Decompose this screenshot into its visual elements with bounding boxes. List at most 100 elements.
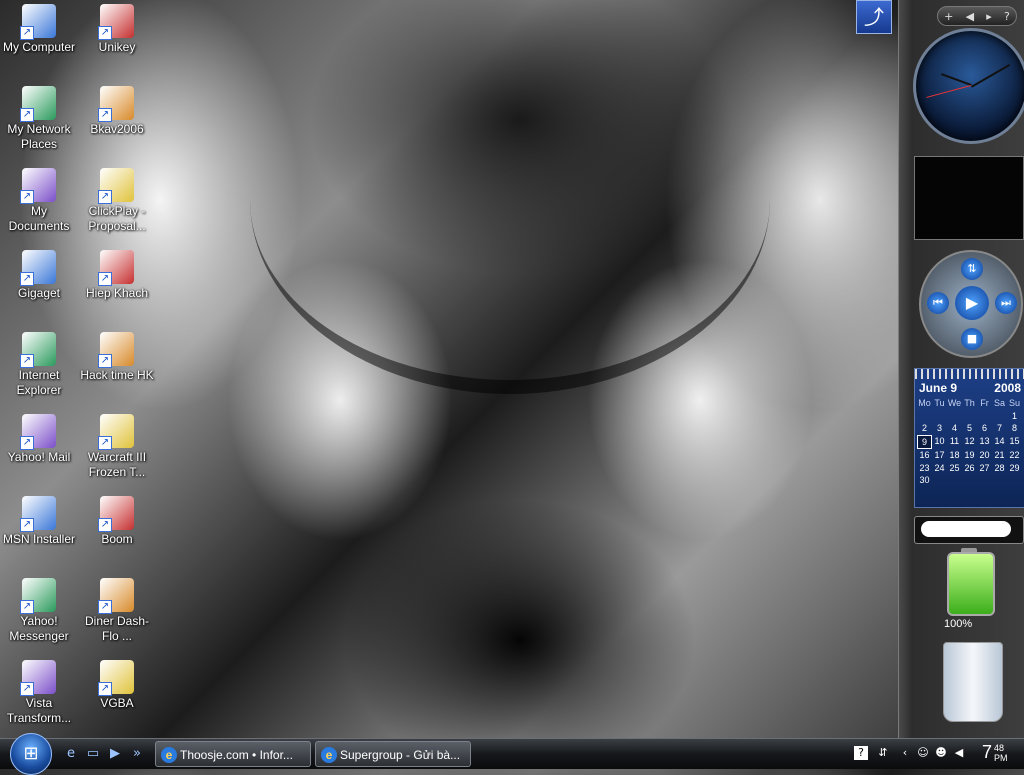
task-label: Supergroup - Gửi bà... <box>340 748 461 762</box>
sidebar: + ◀ ▸ ? ⇅ ⏮ ▶ ⏭ ■ June 9 2008 Mo Tu We Th Fr… <box>898 0 1024 738</box>
media-player-icon[interactable]: ▶ <box>106 745 124 763</box>
show-desktop-icon[interactable]: ▭ <box>84 745 102 763</box>
sidebar-toggle-icon[interactable]: ⤴ <box>856 0 892 34</box>
calendar-day[interactable]: 26 <box>962 462 977 475</box>
task-label: Thoosje.com • Infor... <box>180 748 293 762</box>
desktop-icon[interactable]: ↗ Hack time HK <box>78 332 156 383</box>
shortcut-arrow-icon: ↗ <box>20 190 34 204</box>
calendar-gadget[interactable]: June 9 2008 Mo Tu We Th Fr Sa Su 1 2 3 4 5 6 7 8 9 10 11 1… <box>914 368 1024 508</box>
wallpaper-swirl <box>250 200 770 394</box>
desktop-icon[interactable]: ↗ Internet Explorer <box>0 332 78 398</box>
speaker-tray-icon[interactable]: ◀ <box>952 746 966 760</box>
desktop-icon[interactable]: ↗ My Documents <box>0 168 78 234</box>
help-icon[interactable]: ? <box>1004 10 1010 23</box>
previous-icon[interactable]: ◀ <box>966 10 974 23</box>
taskbar-task-2[interactable]: e Supergroup - Gửi bà... <box>315 741 471 767</box>
calendar-day[interactable]: 25 <box>947 462 962 475</box>
calendar-day[interactable]: 28 <box>992 462 1007 475</box>
calendar-day[interactable]: 19 <box>962 449 977 462</box>
calendar-day[interactable]: 24 <box>932 462 947 475</box>
show-hidden-icons-icon[interactable]: ‹ <box>898 746 912 760</box>
desktop-icon[interactable]: ↗ Hiep Khach <box>78 250 156 301</box>
desktop-icon[interactable]: ↗ Warcraft III Frozen T... <box>78 414 156 480</box>
document-icon: ↗ <box>98 168 134 204</box>
next-icon[interactable]: ▸ <box>986 10 992 23</box>
shortcut-arrow-icon: ↗ <box>98 600 112 614</box>
calendar-day[interactable]: 6 <box>977 422 992 435</box>
desktop-icon[interactable]: ↗ VGBA <box>78 660 156 711</box>
calendar-day[interactable]: 12 <box>962 435 977 450</box>
calendar-day[interactable]: 16 <box>917 449 932 462</box>
yahoo-tray-icon[interactable]: ☺ <box>916 746 930 760</box>
calendar-day[interactable]: 2 <box>917 422 932 435</box>
quick-launch-ie-icon[interactable]: e <box>62 745 80 763</box>
calendar-day[interactable]: 3 <box>932 422 947 435</box>
calendar-day[interactable]: 1 <box>1007 410 1022 423</box>
calendar-day[interactable]: 10 <box>932 435 947 450</box>
calendar-year: 2008 <box>994 381 1021 395</box>
taskbar-clock[interactable]: 7 48 PM <box>982 742 1008 763</box>
desktop-icon[interactable]: ↗ Boom <box>78 496 156 547</box>
calendar-day[interactable]: 27 <box>977 462 992 475</box>
msn-icon: ↗ <box>20 496 56 532</box>
start-button[interactable]: ⊞ <box>10 733 52 775</box>
shuffle-icon[interactable]: ⇅ <box>961 258 983 280</box>
messenger-tray-icon[interactable]: ☻ <box>934 746 948 760</box>
diner-dash-icon: ↗ <box>98 578 134 614</box>
desktop-icon[interactable]: ↗ MSN Installer <box>0 496 78 547</box>
desktop-icon[interactable]: ↗ Yahoo! Mail <box>0 414 78 465</box>
desktop-icon-label: My Network Places <box>7 122 71 151</box>
calendar-day[interactable]: 14 <box>992 435 1007 450</box>
desktop-icon[interactable]: ↗ Yahoo! Messenger <box>0 578 78 644</box>
calendar-rings <box>915 369 1024 379</box>
calendar-day[interactable]: 29 <box>1007 462 1022 475</box>
calendar-day[interactable]: 23 <box>917 462 932 475</box>
slideshow-gadget[interactable] <box>914 156 1024 240</box>
calendar-day[interactable]: 4 <box>947 422 962 435</box>
calendar-day[interactable]: 9 <box>917 434 932 449</box>
calendar-day[interactable]: 7 <box>992 422 1007 435</box>
calendar-day[interactable]: 15 <box>1007 435 1022 450</box>
desktop-icon[interactable]: ↗ Gigaget <box>0 250 78 301</box>
desktop-icon[interactable]: ↗ My Computer <box>0 4 78 55</box>
calendar-day[interactable]: 21 <box>992 449 1007 462</box>
next-track-icon[interactable]: ⏭ <box>995 292 1017 314</box>
network-tray-icon[interactable]: ⇵ <box>876 746 890 760</box>
recycle-bin-icon[interactable] <box>943 642 1003 722</box>
desktop-icon-label: Diner Dash-Flo ... <box>84 614 150 643</box>
shortcut-arrow-icon: ↗ <box>20 108 34 122</box>
calendar-day <box>932 410 947 423</box>
quick-launch-more-icon[interactable]: » <box>132 745 142 763</box>
desktop-icon-label: Warcraft III Frozen T... <box>87 450 147 479</box>
desktop-icon[interactable]: ↗ Bkav2006 <box>78 86 156 137</box>
calendar-day[interactable]: 17 <box>932 449 947 462</box>
previous-track-icon[interactable]: ⏮ <box>927 292 949 314</box>
calendar-weekday: Su <box>1008 398 1020 408</box>
calendar-day[interactable]: 30 <box>917 474 932 487</box>
desktop-icon[interactable]: ↗ Unikey <box>78 4 156 55</box>
unikey-icon: ↗ <box>98 4 134 40</box>
desktop-icon-label: Internet Explorer <box>16 368 62 397</box>
calendar-day[interactable]: 20 <box>977 449 992 462</box>
desktop-icon-label: Hack time HK <box>80 368 154 382</box>
calendar-day[interactable]: 5 <box>962 422 977 435</box>
desktop-icon[interactable]: ↗ My Network Places <box>0 86 78 152</box>
desktop-icon[interactable]: ↗ Diner Dash-Flo ... <box>78 578 156 644</box>
calendar-day[interactable]: 8 <box>1007 422 1022 435</box>
desktop-icon[interactable]: ↗ ClickPlay - Proposal... <box>78 168 156 234</box>
yahoo-mail-icon: ↗ <box>20 414 56 450</box>
calendar-day[interactable]: 11 <box>947 435 962 450</box>
stop-icon[interactable]: ■ <box>961 328 983 350</box>
shortcut-arrow-icon: ↗ <box>98 272 112 286</box>
desktop-icon[interactable]: ↗ Vista Transform... <box>0 660 78 726</box>
calendar-day[interactable]: 22 <box>1007 449 1022 462</box>
search-input[interactable] <box>921 521 1011 537</box>
calendar-day[interactable]: 13 <box>977 435 992 450</box>
calendar-day[interactable]: 18 <box>947 449 962 462</box>
help-tray-icon[interactable]: ? <box>854 746 868 760</box>
play-icon[interactable]: ▶ <box>955 286 989 320</box>
taskbar-task-1[interactable]: e Thoosje.com • Infor... <box>155 741 311 767</box>
calendar-weekday: Th <box>964 398 975 408</box>
clock-gadget[interactable] <box>913 28 1024 144</box>
add-gadget-icon[interactable]: + <box>944 10 953 23</box>
